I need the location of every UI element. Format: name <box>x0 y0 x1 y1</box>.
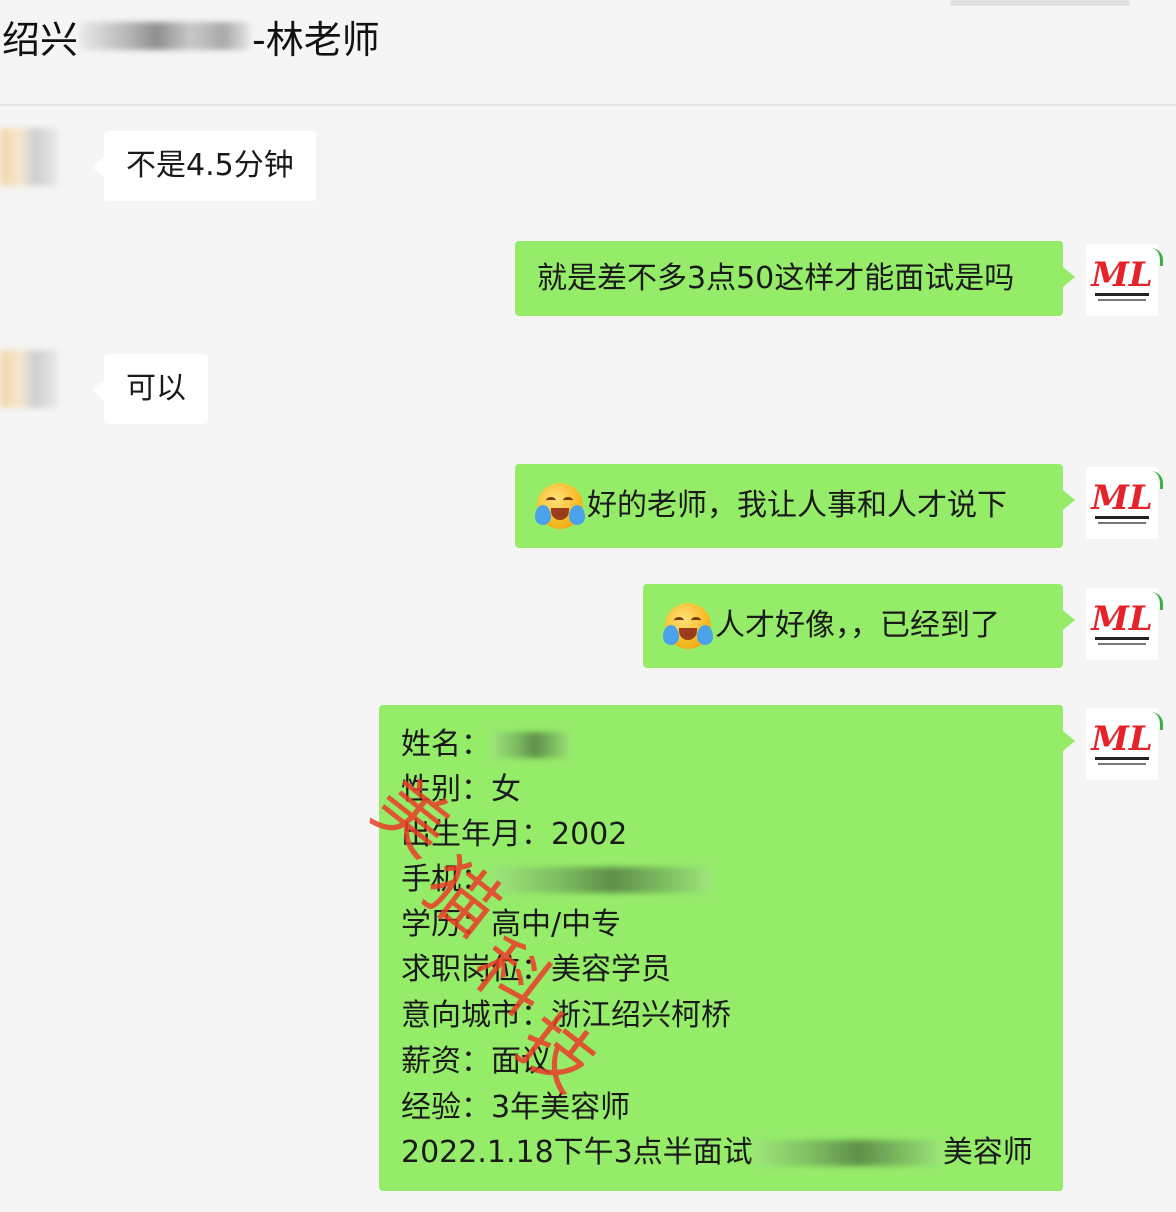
chat-title-suffix: -林老师 <box>252 17 380 62</box>
my-avatar[interactable]: ML <box>1086 467 1163 539</box>
redacted-store <box>752 1140 943 1166</box>
message-text: 可以 <box>126 371 186 406</box>
message-text: 人才好像，，已经到了 <box>715 608 1000 643</box>
resume-experience: 经验：3年美容师 <box>401 1090 631 1125</box>
resume-interview: 2022.1.18下午3点半面试 美容师 <box>401 1135 1033 1170</box>
top-edge-bar <box>950 0 1130 6</box>
brand-logo-icon: ML <box>1091 247 1163 292</box>
resume-city: 意向城市：浙江绍兴柯桥 <box>401 998 731 1033</box>
brand-logo-icon: ML <box>1091 470 1163 515</box>
resume-salary: 薪资：面议 <box>401 1044 551 1079</box>
contact-avatar[interactable] <box>0 350 58 408</box>
crying-laughing-emoji-icon <box>663 603 713 649</box>
my-avatar[interactable]: ML <box>1086 244 1163 316</box>
message-bubble-incoming[interactable]: 不是4.5分钟 <box>92 131 316 201</box>
chat-header: 绍兴 -林老师 <box>0 0 1176 106</box>
brand-logo-icon: ML <box>1091 711 1163 756</box>
message-text: 就是差不多3点50这样才能面试是吗 <box>537 260 1015 296</box>
message-bubble-incoming[interactable]: 可以 <box>92 354 208 424</box>
chat-title: 绍兴 -林老师 <box>2 10 380 62</box>
message-bubble-outgoing[interactable]: 好的老师，我让人事和人才说下 <box>515 464 1075 548</box>
contact-avatar[interactable] <box>0 128 58 186</box>
message-text: 不是4.5分钟 <box>126 148 294 183</box>
message-bubble-outgoing[interactable]: 人才好像，，已经到了 <box>643 584 1075 668</box>
redacted-name <box>80 22 251 50</box>
resume-education: 学历：高中/中专 <box>401 907 622 942</box>
message-text: 好的老师，我让人事和人才说下 <box>587 488 1007 523</box>
resume-phone: 手机： <box>401 860 711 900</box>
redacted-phone <box>491 867 711 893</box>
resume-message-card[interactable]: 姓名： 性别：女 出生年月：2002 手机： 学历：高中/中专 求职岗位：美容学… <box>379 705 1075 1191</box>
resume-gender: 性别：女 <box>401 772 521 807</box>
resume-birth: 出生年月：2002 <box>401 817 628 852</box>
message-bubble-outgoing[interactable]: 就是差不多3点50这样才能面试是吗 <box>515 241 1075 316</box>
my-avatar[interactable]: ML <box>1086 708 1163 780</box>
resume-position: 求职岗位：美容学员 <box>401 952 671 987</box>
redacted-name <box>491 732 571 758</box>
my-avatar[interactable]: ML <box>1086 588 1163 660</box>
crying-laughing-emoji-icon <box>535 483 585 529</box>
chat-title-prefix: 绍兴 <box>2 17 79 62</box>
resume-name: 姓名： <box>401 725 571 765</box>
brand-logo-icon: ML <box>1091 591 1163 636</box>
